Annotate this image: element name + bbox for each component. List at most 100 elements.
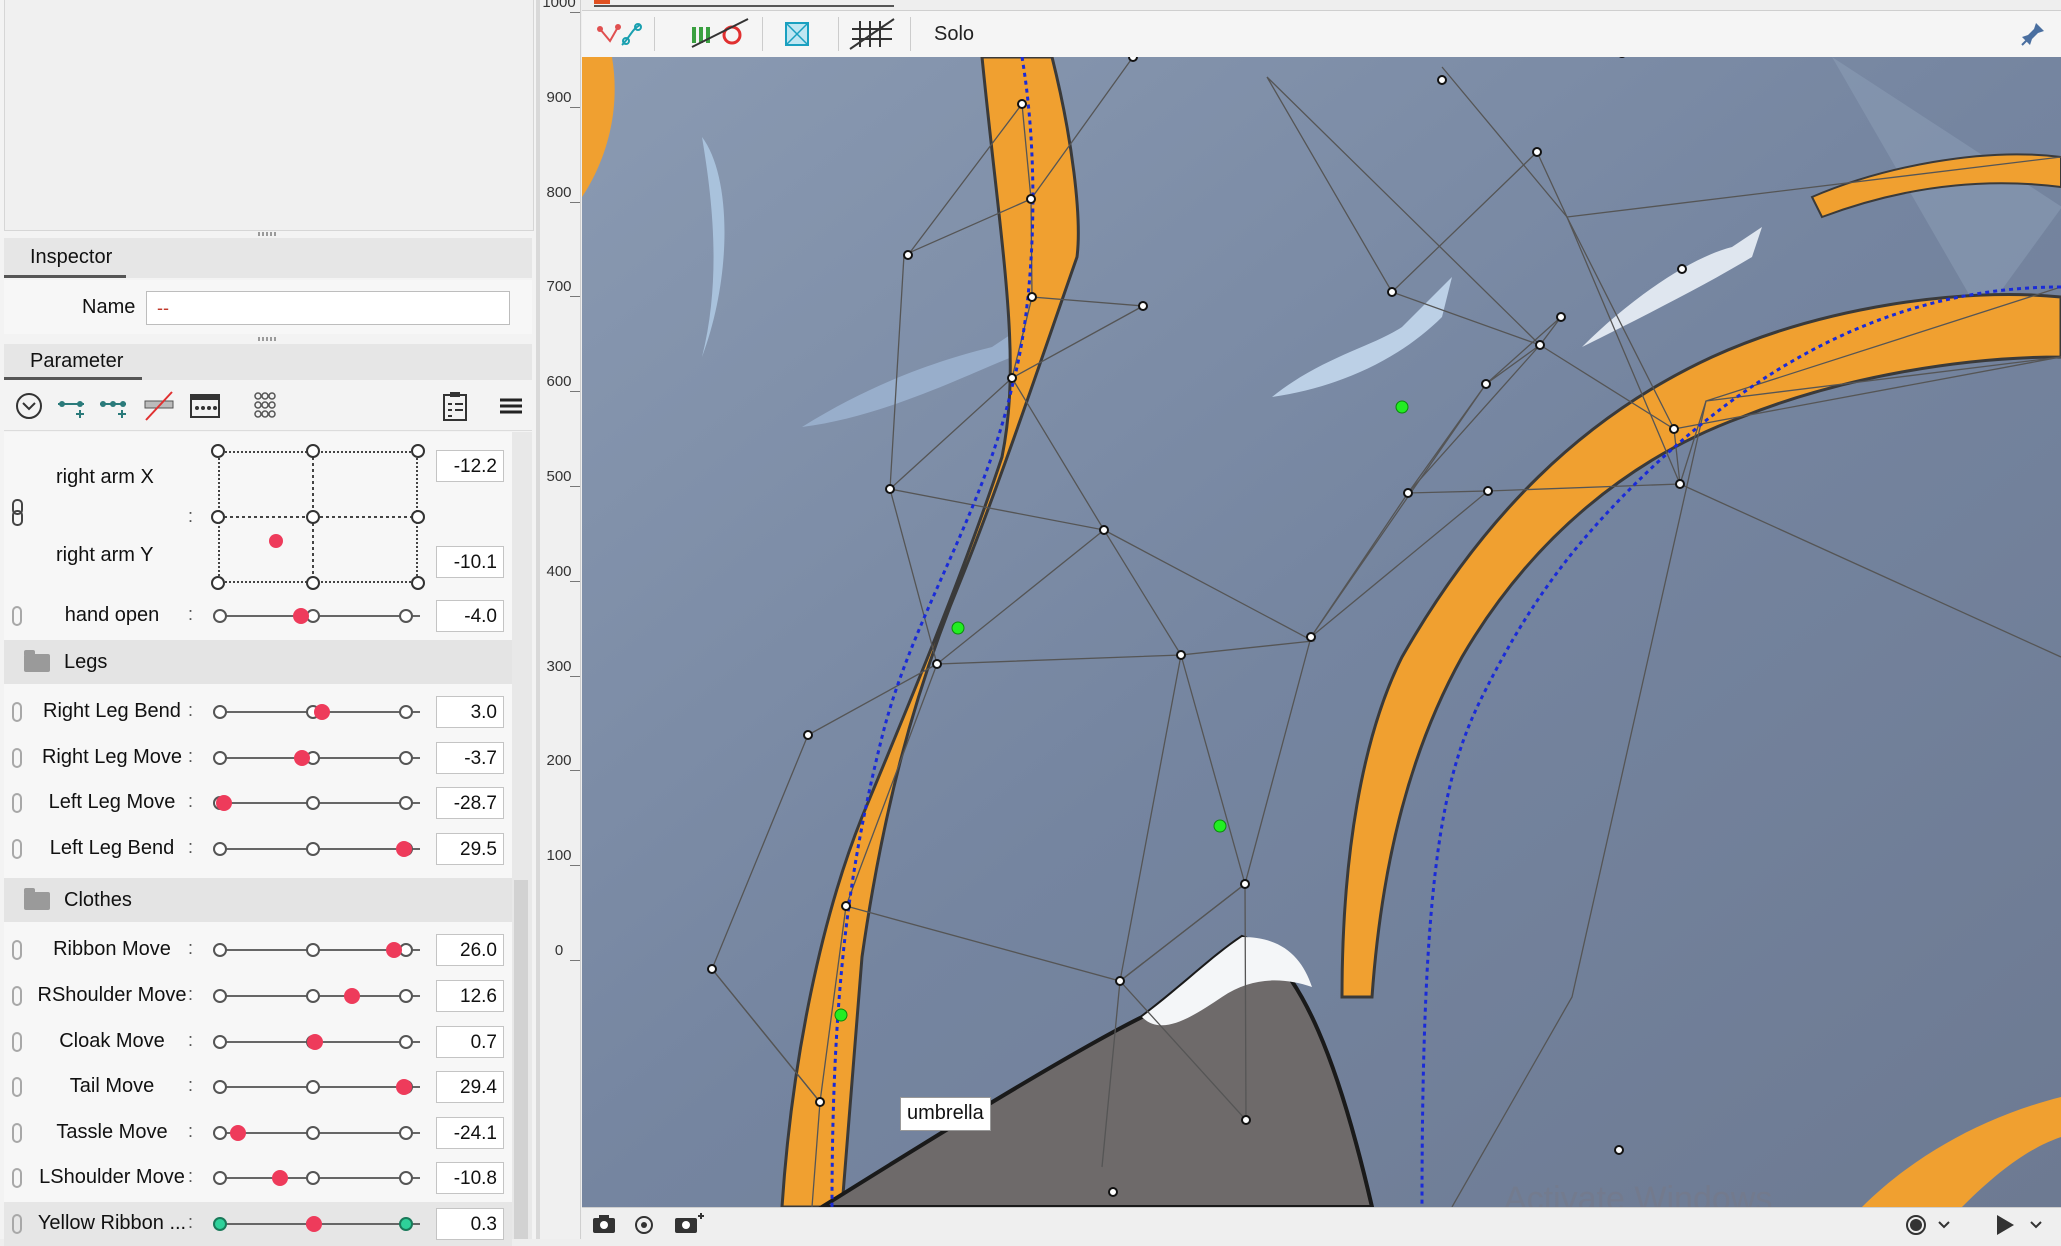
key-node[interactable] [306, 841, 320, 856]
slider-knob[interactable] [305, 1216, 322, 1232]
slider-knob[interactable] [216, 795, 233, 812]
slider-track[interactable] [220, 756, 420, 759]
slider-knob[interactable] [271, 1170, 288, 1187]
key-node[interactable] [399, 796, 413, 811]
play-icon[interactable] [1992, 1212, 2018, 1238]
slider-track[interactable] [220, 1177, 420, 1180]
link-icon[interactable] [12, 702, 22, 722]
link-icon[interactable] [12, 1168, 22, 1189]
delete-key-icon[interactable] [142, 390, 176, 422]
key-node[interactable] [213, 1125, 227, 1140]
value-field-right-arm-x[interactable]: -12.2 [436, 450, 504, 482]
slider-knob[interactable] [230, 1124, 247, 1141]
key-node[interactable] [213, 750, 227, 765]
glue-icon[interactable] [688, 17, 752, 51]
value-field[interactable]: 12.6 [436, 980, 504, 1012]
parameter-tab[interactable]: Parameter [30, 350, 123, 373]
record-icon[interactable] [1904, 1214, 1928, 1236]
slider-knob[interactable] [307, 1033, 324, 1050]
value-field-right-arm-y[interactable]: -10.1 [436, 546, 504, 578]
slider-track[interactable] [220, 615, 420, 617]
add-key-icon[interactable] [54, 390, 88, 422]
deformer-path-icon[interactable] [596, 17, 644, 51]
pin-icon[interactable] [2018, 19, 2048, 49]
key-node[interactable] [399, 989, 413, 1003]
key-node[interactable] [399, 705, 413, 719]
key-node[interactable] [306, 989, 320, 1003]
value-field[interactable]: -10.8 [436, 1162, 504, 1195]
key-node[interactable] [213, 1034, 227, 1049]
slider-track[interactable] [220, 1131, 420, 1134]
camera-add-icon[interactable] [672, 1212, 706, 1236]
key-node[interactable] [213, 1217, 227, 1231]
key-node[interactable] [306, 1125, 320, 1140]
value-field[interactable]: 29.4 [436, 1071, 504, 1104]
slider-knob[interactable] [292, 608, 309, 624]
value-field[interactable]: -28.7 [436, 787, 504, 820]
key-node[interactable] [213, 841, 227, 856]
key-node[interactable] [399, 1034, 413, 1049]
key-node[interactable] [399, 1217, 413, 1231]
slider-knob[interactable] [314, 704, 331, 720]
key-node[interactable] [399, 750, 413, 765]
warp-deformer-icon[interactable] [780, 17, 814, 51]
value-field[interactable]: 3.0 [436, 696, 504, 728]
menu-icon[interactable] [494, 390, 528, 422]
splitter-handle[interactable] [258, 232, 276, 236]
link-icon[interactable] [12, 1122, 22, 1143]
name-input[interactable]: -- [146, 291, 510, 325]
add-keys-icon[interactable] [96, 390, 130, 422]
key-node[interactable] [399, 1171, 413, 1186]
inspector-tab[interactable]: Inspector [30, 246, 112, 269]
slider-knob[interactable] [293, 749, 310, 766]
key-node[interactable] [306, 943, 320, 958]
link-icon[interactable] [12, 1214, 22, 1234]
key-node[interactable] [213, 609, 227, 623]
key-node[interactable] [213, 705, 227, 719]
splitter-handle[interactable] [258, 337, 276, 341]
slider-track[interactable] [220, 802, 420, 805]
group-legs[interactable]: Legs [4, 640, 512, 684]
key-node[interactable] [399, 609, 413, 623]
link-icon[interactable] [12, 1031, 22, 1052]
link-icon[interactable] [12, 747, 22, 768]
slider-knob[interactable] [385, 942, 402, 959]
value-field[interactable]: -3.7 [436, 741, 504, 774]
key-node[interactable] [306, 1171, 320, 1186]
chevron-down-icon[interactable] [2028, 1218, 2044, 1232]
solo-toggle[interactable]: Solo [934, 23, 974, 46]
slider-track[interactable] [220, 847, 420, 850]
key-node[interactable] [213, 943, 227, 958]
key-node[interactable] [306, 796, 320, 811]
value-field[interactable]: 26.0 [436, 934, 504, 967]
key-node[interactable] [213, 1171, 227, 1186]
value-field[interactable]: 0.7 [436, 1025, 504, 1058]
slider-track[interactable] [220, 1086, 420, 1089]
scrollbar-thumb[interactable] [514, 880, 528, 1239]
slider-track[interactable] [220, 995, 420, 997]
link-icon[interactable] [10, 498, 26, 528]
camera-icon[interactable] [590, 1212, 618, 1236]
value-field[interactable]: -4.0 [436, 600, 504, 632]
value-field[interactable]: -24.1 [436, 1116, 504, 1149]
value-field[interactable]: 0.3 [436, 1208, 504, 1240]
group-clothes[interactable]: Clothes [4, 878, 512, 923]
link-icon[interactable] [12, 1077, 22, 1098]
value-field[interactable]: 29.5 [436, 832, 504, 865]
viewport-canvas[interactable] [582, 57, 2061, 1207]
camera-rotate-icon[interactable] [630, 1212, 658, 1236]
link-icon[interactable] [12, 838, 22, 859]
mesh-grid-off-icon[interactable] [846, 17, 898, 51]
key-node[interactable] [399, 1125, 413, 1140]
blend-shape-icon[interactable] [188, 390, 222, 422]
chevron-circle-icon[interactable] [12, 390, 46, 422]
clipboard-icon[interactable] [438, 390, 472, 422]
link-icon[interactable] [12, 793, 22, 814]
link-icon[interactable] [12, 986, 22, 1006]
key-node[interactable] [213, 1080, 227, 1095]
key-node[interactable] [213, 989, 227, 1003]
grid-icon[interactable] [248, 390, 282, 422]
link-icon[interactable] [12, 940, 22, 961]
chevron-down-icon[interactable] [1936, 1218, 1952, 1232]
slider-knob[interactable] [344, 988, 361, 1004]
